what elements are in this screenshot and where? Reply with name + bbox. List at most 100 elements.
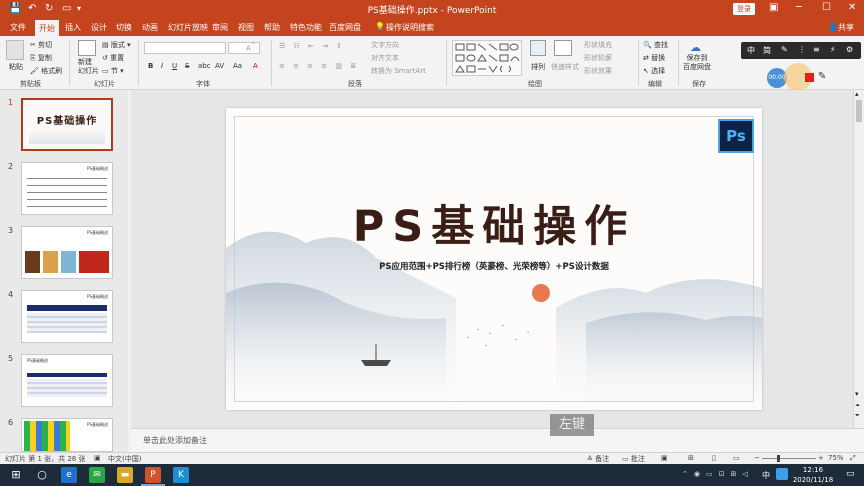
tab-transitions[interactable]: 切换 bbox=[116, 22, 132, 33]
shape-outline-button[interactable]: 形状轮廓 bbox=[584, 53, 612, 63]
next-slide-icon[interactable]: ⏷ bbox=[855, 412, 860, 420]
tab-slideshow[interactable]: 幻灯片放映 bbox=[168, 22, 208, 33]
ime-app-icon[interactable] bbox=[776, 468, 788, 480]
minimize-icon[interactable]: ─ bbox=[796, 2, 802, 13]
zoom-thumb[interactable] bbox=[777, 455, 780, 462]
tell-me-input[interactable]: 操作说明搜索 bbox=[386, 22, 434, 33]
prev-slide-icon[interactable]: ⏶ bbox=[855, 402, 860, 410]
zoom-out-icon[interactable]: − bbox=[754, 454, 760, 462]
cut-button[interactable]: ✂ 剪切 bbox=[30, 40, 52, 50]
italic-button[interactable]: I bbox=[161, 62, 163, 70]
list-buttons[interactable]: ☰ ☷ ⇤ ⇥ ↕ bbox=[279, 42, 345, 50]
tab-home[interactable]: 开始 bbox=[35, 20, 59, 36]
thumbnail-6[interactable]: PS基础概述 bbox=[21, 418, 113, 452]
tab-help[interactable]: 帮助 bbox=[264, 22, 280, 33]
align-text-button[interactable]: 对齐文本 bbox=[371, 53, 399, 63]
language-indicator[interactable]: 中文(中国) bbox=[108, 454, 141, 464]
bold-button[interactable]: B bbox=[148, 62, 153, 70]
tab-animations[interactable]: 动画 bbox=[142, 22, 158, 33]
section-button[interactable]: ▭ 节 ▾ bbox=[102, 66, 124, 76]
underline-button[interactable]: U bbox=[172, 62, 177, 70]
new-slide-button[interactable]: 新建 幻灯片 bbox=[78, 58, 99, 76]
slide-subtitle[interactable]: PS应用范围+PS排行榜（英豪榜、光荣榜等）+PS设计数据 bbox=[226, 260, 762, 272]
shape-effects-button[interactable]: 形状效果 bbox=[584, 66, 612, 76]
char-spacing-button[interactable]: abc bbox=[198, 62, 211, 70]
scroll-thumb[interactable] bbox=[856, 100, 862, 122]
tab-file[interactable]: 文件 bbox=[10, 22, 26, 33]
more-icon[interactable]: ⋮ bbox=[798, 45, 806, 54]
format-painter-button[interactable]: 🖌 格式刷 bbox=[30, 66, 62, 76]
settings-icon[interactable]: ⚙ bbox=[846, 45, 853, 54]
powerpoint-icon[interactable]: P bbox=[145, 467, 161, 483]
maximize-icon[interactable]: ☐ bbox=[822, 2, 831, 13]
font-color-button[interactable]: A bbox=[253, 62, 258, 70]
notifications-icon[interactable]: ▭ bbox=[846, 469, 855, 479]
shapes-gallery[interactable] bbox=[452, 40, 522, 76]
grow-font-icon[interactable]: A^ bbox=[246, 43, 256, 52]
system-tray-icons[interactable]: ⌃◉▭⊡⊞◁ bbox=[682, 470, 754, 478]
search-icon[interactable]: ○ bbox=[34, 467, 50, 483]
select-button[interactable]: ↖ 选择 bbox=[643, 66, 665, 76]
slide[interactable]: ⌄ ⌄ ⌄ ⌄ ⌄ ⌄ ⌄ PS基础操作 PS应用范围+PS排行榜（英豪榜、光荣榜等）+PS… bbox=[226, 108, 762, 410]
fit-slide-icon[interactable]: ⤢ bbox=[850, 454, 856, 463]
replace-button[interactable]: ⇄ 替换 bbox=[643, 53, 665, 63]
windows-start-icon[interactable]: ⊞ bbox=[8, 467, 24, 483]
normal-view-icon[interactable]: ▣ bbox=[661, 454, 668, 462]
font-family-combo[interactable] bbox=[144, 42, 226, 54]
layout-button[interactable]: ▤ 版式 ▾ bbox=[102, 40, 131, 50]
tab-features[interactable]: 特色功能 bbox=[290, 22, 322, 33]
slide-title[interactable]: PS基础操作 bbox=[226, 192, 762, 254]
edge-icon[interactable]: e bbox=[61, 467, 77, 483]
notes-toggle[interactable]: ≙ 备注 bbox=[587, 454, 609, 464]
slideshow-view-icon[interactable]: ▭ bbox=[733, 454, 740, 462]
arrange-button[interactable]: 排列 bbox=[531, 62, 545, 72]
kerning-button[interactable]: AV bbox=[215, 62, 224, 70]
reading-view-icon[interactable]: ▯ bbox=[712, 454, 716, 462]
sorter-view-icon[interactable]: ⊞ bbox=[688, 454, 694, 462]
file-explorer-icon[interactable]: ▬ bbox=[117, 467, 133, 483]
reset-button[interactable]: ↺ 重置 bbox=[102, 53, 124, 63]
quick-styles-button[interactable]: 快速样式 bbox=[551, 62, 579, 72]
spell-check-icon[interactable]: ▣ bbox=[94, 454, 101, 462]
change-case-button[interactable]: Aa bbox=[233, 62, 242, 70]
simplified-button[interactable]: 简 bbox=[763, 45, 771, 56]
login-button[interactable]: 登录 bbox=[733, 3, 755, 15]
kugou-icon[interactable]: K bbox=[173, 467, 189, 483]
align-buttons[interactable]: ≡ ≡ ≡ ≡ ▥ ≣ bbox=[279, 62, 359, 70]
save-baidu-button[interactable]: 保存到 百度网盘 bbox=[683, 54, 711, 72]
zoom-level[interactable]: 75% bbox=[828, 454, 844, 462]
thumbnail-1[interactable]: PS基础操作 bbox=[21, 98, 113, 151]
strikethrough-button[interactable]: S bbox=[185, 62, 189, 70]
paste-button[interactable]: 粘贴 bbox=[9, 62, 23, 72]
clock[interactable]: 12:16 2020/11/18 bbox=[790, 465, 836, 485]
find-button[interactable]: 🔍 查找 bbox=[643, 40, 668, 50]
tab-view[interactable]: 视图 bbox=[238, 22, 254, 33]
copy-button[interactable]: ⎘ 复制 bbox=[30, 53, 52, 63]
ribbon-options-icon[interactable]: ▣ bbox=[769, 2, 778, 13]
thumbnail-3[interactable]: PS基础概述 bbox=[21, 226, 113, 279]
stop-record-icon[interactable] bbox=[805, 73, 814, 82]
zoom-slider[interactable] bbox=[762, 458, 816, 459]
menu-icon[interactable]: ≡ bbox=[813, 45, 820, 54]
smartart-button[interactable]: 转换为 SmartArt bbox=[371, 66, 426, 76]
thumbnail-2[interactable]: PS基础概述 bbox=[21, 162, 113, 215]
close-icon[interactable]: ✕ bbox=[848, 2, 856, 13]
scroll-up-icon[interactable]: ▴ bbox=[855, 90, 859, 98]
scroll-down-icon[interactable]: ▾ bbox=[855, 390, 859, 398]
thumbnail-5[interactable]: PS基础概述 bbox=[21, 354, 113, 407]
share-button[interactable]: 👤共享 bbox=[828, 22, 854, 33]
tab-insert[interactable]: 插入 bbox=[65, 22, 81, 33]
text-direction-button[interactable]: 文字方向 bbox=[371, 40, 399, 50]
tab-baidu[interactable]: 百度网盘 bbox=[329, 22, 361, 33]
zoom-in-icon[interactable]: + bbox=[818, 454, 824, 462]
ime-indicator[interactable]: 中 bbox=[762, 470, 770, 481]
pen-tool-icon[interactable]: ✎ bbox=[818, 71, 826, 82]
ime-chinese-button[interactable]: 中 bbox=[747, 45, 755, 56]
thumbnail-4[interactable]: PS基础概述 bbox=[21, 290, 113, 343]
tab-design[interactable]: 设计 bbox=[91, 22, 107, 33]
tab-review[interactable]: 审阅 bbox=[212, 22, 228, 33]
vertical-scrollbar[interactable]: ▴ ▾ ⏶ ⏷ bbox=[853, 90, 864, 428]
comments-toggle[interactable]: ▭ 批注 bbox=[622, 454, 645, 464]
notes-pane[interactable]: 单击此处添加备注 bbox=[131, 428, 864, 452]
flash-icon[interactable]: ⚡ bbox=[830, 45, 836, 54]
